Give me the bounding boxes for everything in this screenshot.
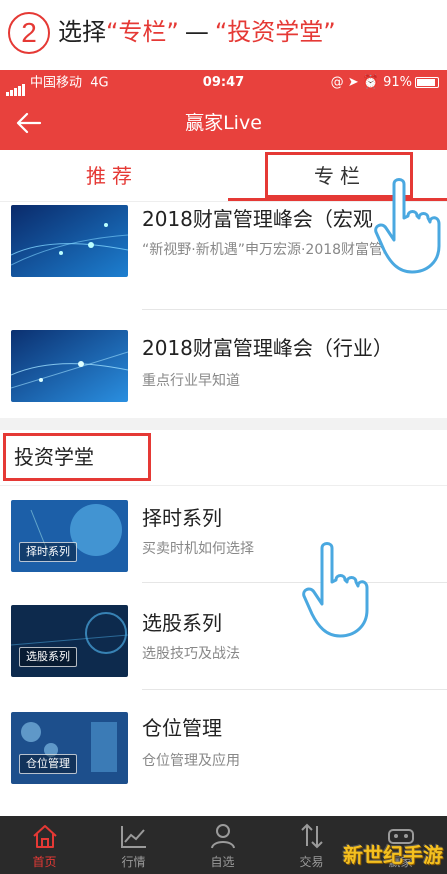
item-description: 选股技巧及战法 (142, 646, 240, 662)
instruction-separator: — (184, 18, 209, 46)
location-icon: ➤ (347, 75, 359, 90)
section-header: 投资学堂 (0, 430, 447, 486)
column-thumbnail (11, 205, 128, 277)
thumbnail-label: 仓位管理 (19, 754, 77, 774)
tab-market[interactable]: 行情 (89, 816, 178, 874)
instruction-target-column: “专栏” (106, 18, 179, 46)
tab-label: 行情 (121, 855, 146, 869)
school-thumbnail: 择时系列 (11, 500, 128, 572)
item-title: 择时系列 (142, 506, 222, 530)
person-icon (211, 824, 235, 849)
status-bar: 中国移动 4G 09:47 @ ➤ ⏰ 91% (0, 70, 447, 96)
battery-icon (415, 77, 439, 88)
item-title: 2018财富管理峰会（行业） (142, 336, 393, 360)
app-header: 中国移动 4G 09:47 @ ➤ ⏰ 91% 赢家Live (0, 70, 447, 150)
list-item[interactable]: 择时系列 择时系列 买卖时机如何选择 (0, 486, 447, 592)
tab-label: 首页 (32, 855, 57, 869)
item-title: 选股系列 (142, 611, 222, 635)
watermark-logo: 新世纪手游 (343, 843, 443, 867)
tab-label: 自选 (210, 855, 235, 869)
tab-watchlist[interactable]: 自选 (178, 816, 267, 874)
tab-home[interactable]: 首页 (0, 816, 89, 874)
trade-arrows-icon (301, 823, 323, 849)
hand-pointer-icon (372, 176, 447, 280)
chart-icon (121, 826, 146, 848)
instruction-target-school: “投资学堂” (214, 18, 336, 46)
item-description: 重点行业早知道 (142, 373, 240, 389)
at-icon: @ (330, 75, 344, 90)
school-list: 择时系列 择时系列 买卖时机如何选择 选股系列 选股系列 选股技巧及战法 仓位管… (0, 486, 447, 806)
item-description: 买卖时机如何选择 (142, 541, 254, 557)
section-gap (0, 418, 447, 430)
nav-bar: 赢家Live (0, 96, 447, 150)
home-icon (33, 825, 57, 848)
list-item[interactable]: 2018财富管理峰会（行业） 重点行业早知道 (0, 310, 447, 416)
alarm-icon: ⏰ (362, 75, 379, 90)
school-thumbnail: 仓位管理 (11, 712, 128, 784)
instruction-prefix: 选择 (58, 18, 106, 46)
item-title: 仓位管理 (142, 716, 222, 740)
list-item[interactable]: 选股系列 选股系列 选股技巧及战法 (0, 583, 447, 690)
status-right: @ ➤ ⏰ 91% (331, 70, 439, 96)
instruction-text: 选择“专栏” — “投资学堂” (58, 14, 336, 50)
section-highlight-box (3, 433, 151, 481)
school-thumbnail: 选股系列 (11, 605, 128, 677)
step-number-badge: 2 (8, 12, 50, 54)
page-title: 赢家Live (185, 112, 262, 134)
column-thumbnail (11, 330, 128, 402)
battery-percent: 91% (383, 75, 412, 90)
tab-recommend[interactable]: 推荐 (86, 160, 138, 192)
list-item[interactable]: 仓位管理 仓位管理 仓位管理及应用 (0, 690, 447, 796)
thumbnail-label: 选股系列 (19, 647, 77, 667)
item-title: 2018财富管理峰会（宏观 (142, 207, 373, 231)
instruction-banner: 2 选择“专栏” — “投资学堂” (0, 0, 447, 70)
item-description: 仓位管理及应用 (142, 753, 240, 769)
hand-pointer-icon (300, 540, 375, 644)
thumbnail-label: 择时系列 (19, 542, 77, 562)
